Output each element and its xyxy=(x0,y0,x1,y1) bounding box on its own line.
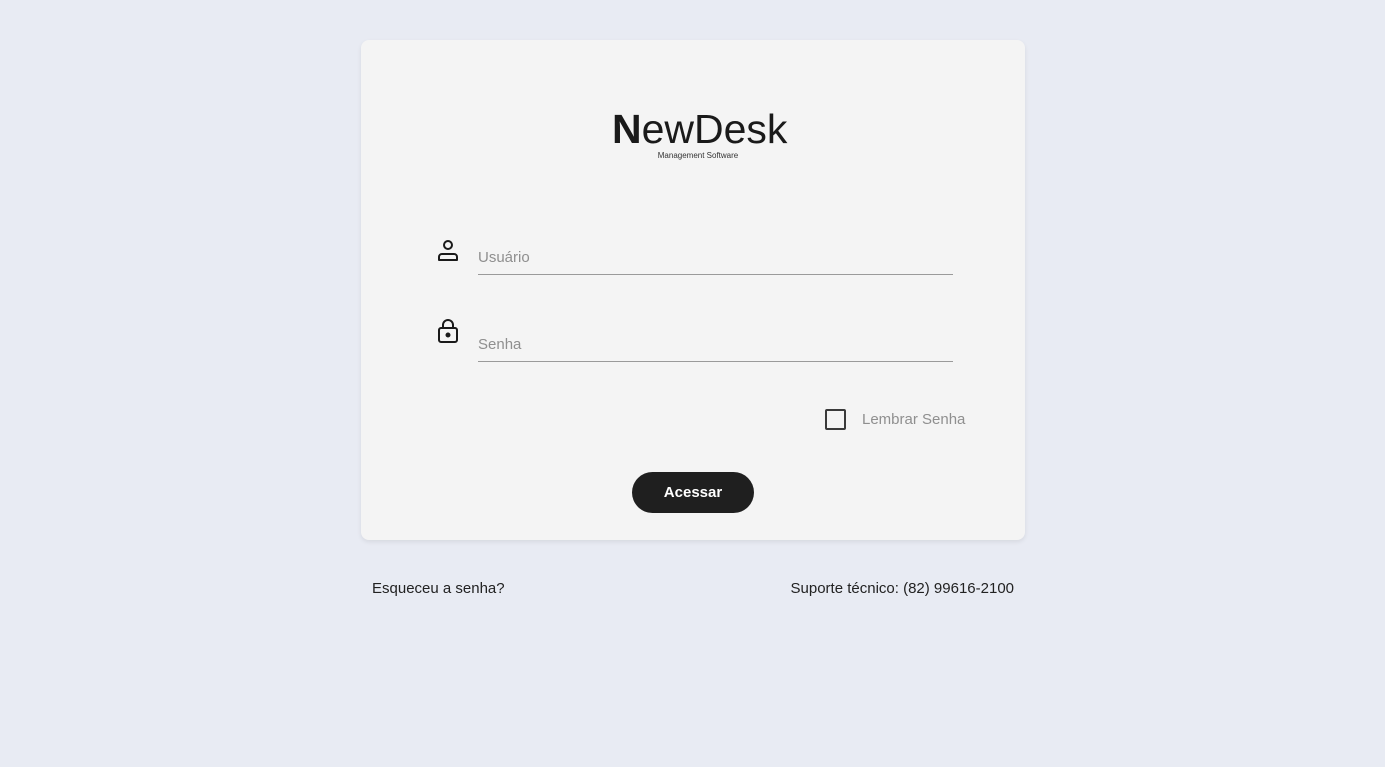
logo-title-rest: ewDesk xyxy=(641,106,788,152)
password-input[interactable] xyxy=(478,327,953,362)
remember-checkbox[interactable] xyxy=(825,409,846,430)
logo-subtitle: Management Software xyxy=(657,151,739,160)
username-input[interactable] xyxy=(478,240,953,275)
access-button[interactable]: Acessar xyxy=(632,472,754,513)
user-icon xyxy=(436,238,460,262)
logo-title: NewDesk xyxy=(612,106,787,152)
logo: NewDesk Management Software xyxy=(612,106,787,166)
remember-label[interactable]: Lembrar Senha xyxy=(862,411,965,428)
lock-icon xyxy=(436,318,460,343)
logo-first-letter: N xyxy=(612,106,642,152)
support-contact: Suporte técnico: (82) 99616-2100 xyxy=(790,580,1014,597)
forgot-password-link[interactable]: Esqueceu a senha? xyxy=(372,580,505,597)
